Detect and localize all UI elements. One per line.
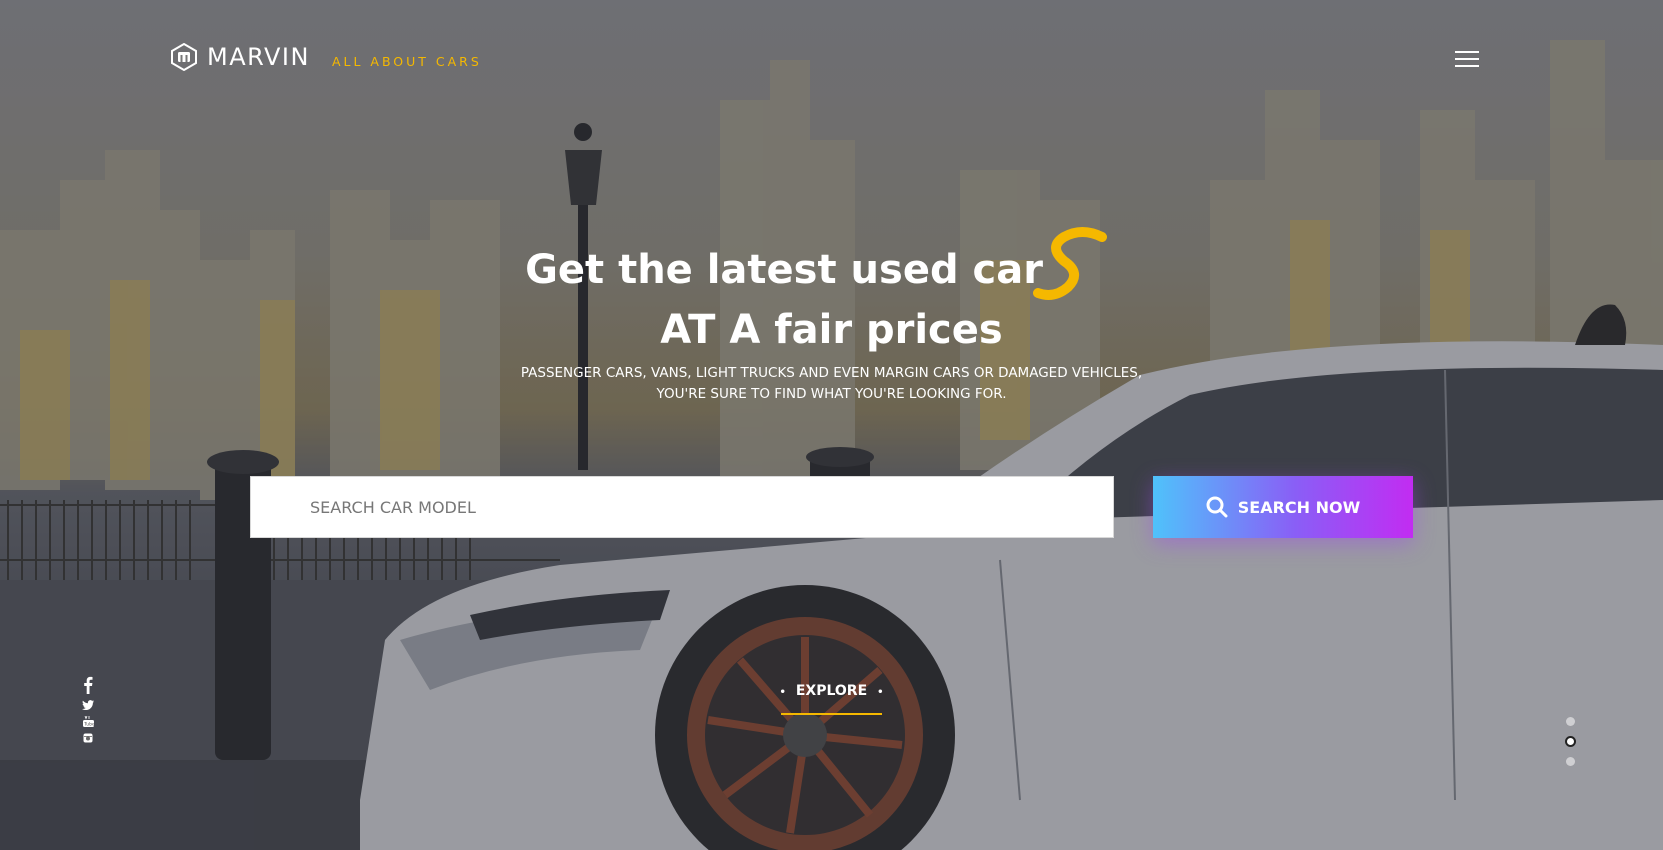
explore-dot-left-icon: • <box>779 687 786 698</box>
headline-line-2: AT A fair prices <box>660 307 1003 353</box>
headline-line-1: Get the latest used car <box>525 247 1043 293</box>
hero-subtext: PASSENGER CARS, VANS, LIGHT TRUCKS AND E… <box>0 363 1663 405</box>
dark-overlay <box>0 0 1663 850</box>
facebook-icon[interactable] <box>83 676 93 694</box>
social-links: Tube <box>80 676 96 743</box>
search-icon <box>1206 496 1228 518</box>
twitter-icon[interactable] <box>82 700 94 710</box>
script-s-decoration <box>1033 227 1107 300</box>
hero-headline: Get the latest used car AT A fair prices <box>0 240 1663 360</box>
slider-pagination <box>1565 717 1576 766</box>
hero-background <box>0 0 1663 850</box>
explore-link[interactable]: • EXPLORE • <box>779 683 884 715</box>
pager-dot-1[interactable] <box>1566 717 1575 726</box>
subtext-line-2: YOU'RE SURE TO FIND WHAT YOU'RE LOOKING … <box>656 386 1007 402</box>
brand-name: MARVIN <box>207 43 310 71</box>
instagram-icon[interactable] <box>83 733 93 743</box>
pager-dot-2-active[interactable] <box>1565 736 1576 747</box>
brand-tagline: ALL ABOUT CARS <box>331 53 482 69</box>
search-car-model-input[interactable] <box>250 476 1114 538</box>
search-now-button[interactable]: SEARCH NOW <box>1153 476 1413 538</box>
explore-label: EXPLORE <box>795 683 868 699</box>
subtext-line-1: PASSENGER CARS, VANS, LIGHT TRUCKS AND E… <box>520 365 1143 381</box>
svg-text:Tube: Tube <box>83 722 94 728</box>
hamburger-menu-icon[interactable] <box>1455 51 1479 69</box>
brand-logo[interactable]: MARVIN ALL ABOUT CARS <box>171 43 482 71</box>
youtube-icon[interactable]: Tube <box>82 716 94 728</box>
marvin-logo-icon <box>171 43 197 71</box>
pager-dot-3[interactable] <box>1566 757 1575 766</box>
explore-dot-right-icon: • <box>877 687 884 698</box>
search-now-label: SEARCH NOW <box>1237 497 1361 517</box>
